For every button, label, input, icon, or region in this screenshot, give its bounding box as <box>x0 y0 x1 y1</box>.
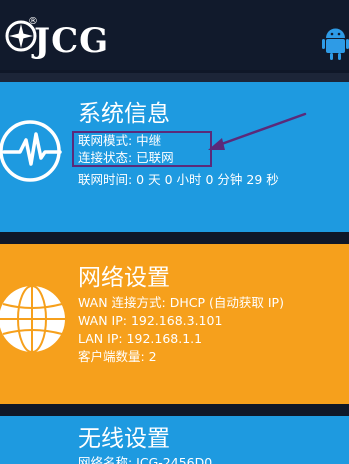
client-count: 客户端数量: 2 <box>78 349 157 364</box>
wifi-network-name: 网络名称: JCG-2456D0 <box>78 455 213 464</box>
wireless-settings-title: 无线设置 <box>78 426 170 452</box>
header-divider <box>0 70 349 73</box>
system-info-title: 系统信息 <box>78 101 170 127</box>
network-settings-title: 网络设置 <box>78 265 170 291</box>
globe-icon <box>0 285 66 353</box>
annotation-arrow-icon <box>208 112 307 150</box>
wan-connection-type: WAN 连接方式: DHCP (自动获取 IP) <box>78 295 284 310</box>
android-icon[interactable] <box>322 26 349 62</box>
panel-divider <box>0 404 349 416</box>
connection-time: 联网时间: 0 天 0 小时 0 分钟 29 秒 <box>78 172 279 187</box>
heartbeat-icon <box>0 120 62 182</box>
app-header: ® JCG <box>0 0 349 70</box>
panel-divider <box>0 232 349 244</box>
network-settings-panel[interactable]: 网络设置 WAN 连接方式: DHCP (自动获取 IP) WAN IP: 19… <box>0 244 349 404</box>
lan-ip: LAN IP: 192.168.1.1 <box>78 331 203 346</box>
wireless-settings-panel[interactable]: 无线设置 网络名称: JCG-2456D0 <box>0 416 349 464</box>
annotation-highlight-box <box>72 131 212 167</box>
brand-name: JCG <box>34 21 110 61</box>
wan-ip: WAN IP: 192.168.3.101 <box>78 313 223 328</box>
